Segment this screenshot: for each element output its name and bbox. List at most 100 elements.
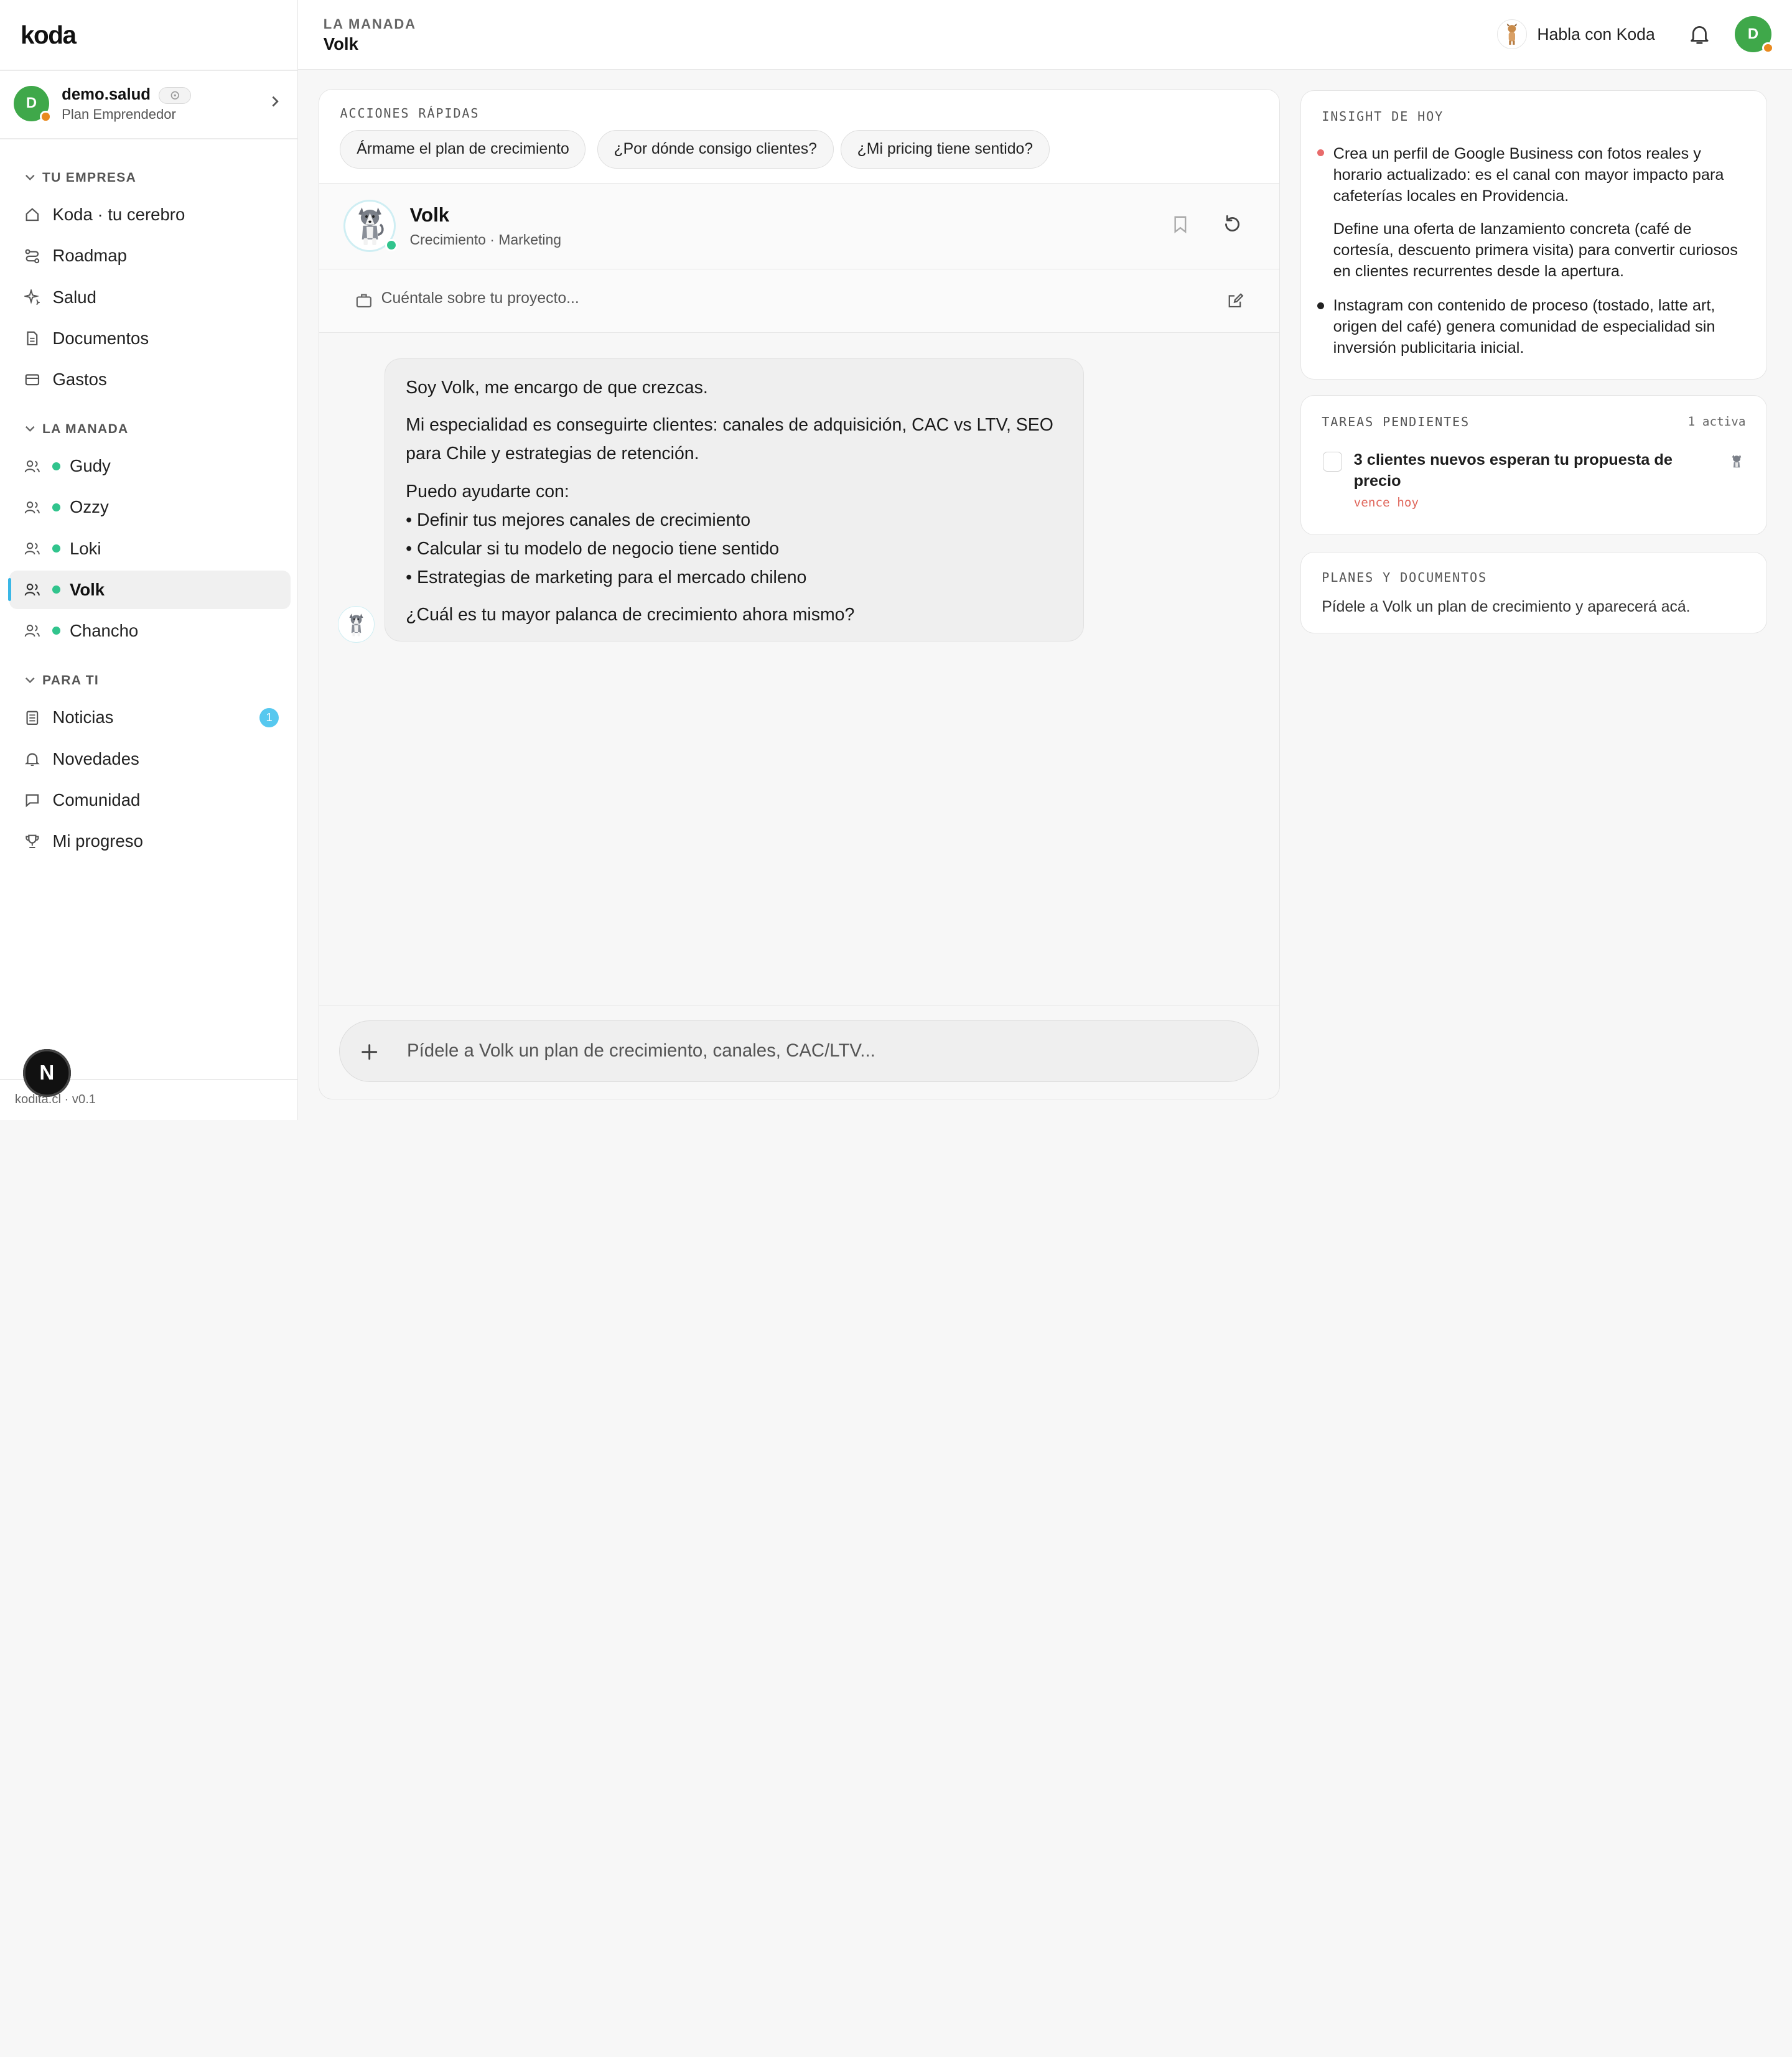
account-name: demo.salud — [62, 85, 151, 103]
edit-icon[interactable] — [1228, 292, 1244, 313]
users-icon — [23, 539, 41, 557]
sparkle-icon — [23, 288, 41, 306]
chat-icon — [23, 791, 41, 809]
agent-subtitle: Crecimiento · Marketing — [409, 231, 561, 248]
sidebar-item-volk[interactable]: Volk — [7, 570, 291, 609]
section-label: PARA TI — [42, 673, 100, 688]
newspaper-icon — [23, 709, 41, 727]
chevron-down-icon — [25, 171, 35, 185]
page-title: Volk — [323, 34, 358, 54]
online-dot — [52, 585, 61, 594]
tasks-card: TAREAS PENDIENTES 1 activa 3 clientes nu… — [1300, 395, 1767, 535]
users-icon — [23, 581, 41, 599]
project-prompt: Cuéntale sobre tu proyecto... — [381, 289, 579, 307]
sidebar-item-label: Loki — [69, 538, 101, 558]
notifications-bell-icon[interactable] — [1688, 23, 1711, 46]
chevron-down-icon — [25, 674, 35, 688]
message-help-list: Puedo ayudarte con: • Definir tus mejore… — [406, 478, 1063, 592]
sidebar-item-label: Comunidad — [52, 790, 141, 809]
roadmap-icon — [23, 247, 41, 265]
sidebar-item-label: Noticias — [52, 707, 114, 727]
plans-empty-text: Pídele a Volk un plan de crecimiento y a… — [1322, 598, 1691, 615]
sidebar-item-label: Gastos — [52, 369, 107, 389]
verified-badge-icon — [159, 86, 191, 105]
sidebar-item-noticias[interactable]: Noticias 1 — [9, 698, 291, 737]
sidebar: koda D demo.salud Plan Emprendedor TU EM… — [0, 0, 299, 1120]
insight-item: Instagram con contenido de proceso (tost… — [1333, 296, 1715, 357]
sidebar-item-novedades[interactable]: Novedades — [9, 739, 291, 778]
sidebar-item-label: Roadmap — [52, 246, 127, 266]
talk-to-koda-button[interactable]: Habla con Koda — [1497, 18, 1655, 50]
husky-agent-avatar — [343, 199, 398, 253]
sidebar-item-comunidad[interactable]: Comunidad — [9, 780, 291, 819]
users-icon — [23, 457, 41, 475]
avatar-initial: D — [26, 95, 37, 112]
plus-icon[interactable] — [360, 1036, 378, 1067]
dev-tools-button[interactable]: N — [22, 1049, 71, 1098]
briefcase-icon — [356, 292, 372, 313]
status-dot — [1762, 42, 1774, 54]
insight-item: Crea un perfil de Google Business con fo… — [1333, 144, 1724, 205]
sidebar-item-label: Gudy — [69, 456, 111, 476]
koda-logo[interactable]: koda — [21, 21, 77, 50]
trophy-icon — [23, 832, 41, 850]
task-checkbox[interactable] — [1323, 452, 1343, 472]
chevron-right-icon — [269, 95, 281, 113]
bullet-dot — [1317, 302, 1324, 309]
quick-action-chip-clientes[interactable]: ¿Por dónde consigo clientes? — [597, 129, 834, 169]
bell-icon — [23, 750, 41, 768]
account-switcher[interactable]: D demo.salud Plan Emprendedor — [14, 85, 288, 123]
section-label: TU EMPRESA — [42, 170, 137, 185]
quick-action-chip-pricing[interactable]: ¿Mi pricing tiene sentido? — [840, 129, 1050, 169]
message-help-item: • Calcular si tu modelo de negocio tiene… — [406, 538, 780, 559]
reset-chat-icon[interactable] — [1222, 214, 1243, 240]
sidebar-item-salud[interactable]: Salud — [9, 278, 291, 316]
section-label: LA MANADA — [42, 421, 129, 436]
sidebar-item-mi-progreso[interactable]: Mi progreso — [9, 822, 291, 861]
agent-name: Volk — [409, 203, 450, 226]
account-plan: Plan Emprendedor — [62, 106, 176, 122]
divider — [0, 70, 298, 71]
quick-actions: ACCIONES RÁPIDAS Ármame el plan de creci… — [319, 90, 1280, 184]
sidebar-item-label: Documentos — [52, 328, 149, 348]
message-help-item: • Definir tus mejores canales de crecimi… — [406, 510, 751, 530]
composer-area — [319, 1005, 1280, 1099]
online-dot — [52, 462, 61, 470]
sidebar-item-gudy[interactable]: Gudy — [9, 447, 291, 485]
sidebar-item-chancho[interactable]: Chancho — [9, 612, 291, 650]
document-icon — [23, 329, 41, 347]
chevron-down-icon — [25, 422, 35, 436]
section-la-manada[interactable]: LA MANADA — [25, 422, 128, 437]
online-dot — [385, 238, 398, 251]
sidebar-item-label: Ozzy — [69, 497, 109, 517]
sidebar-item-label: Koda · tu cerebro — [52, 205, 185, 225]
message-question: ¿Cuál es tu mayor palanca de crecimiento… — [406, 605, 855, 625]
task-title[interactable]: 3 clientes nuevos esperan tu propuesta d… — [1354, 450, 1686, 492]
project-context-bar[interactable]: Cuéntale sobre tu proyecto... — [319, 269, 1280, 334]
message-help-heading: Puedo ayudarte con: — [406, 481, 569, 501]
dog-mascot-icon — [1497, 19, 1527, 49]
breadcrumb[interactable]: LA MANADA — [324, 16, 416, 32]
agent-header: Volk Crecimiento · Marketing — [319, 183, 1280, 269]
users-icon — [23, 622, 41, 640]
sidebar-item-loki[interactable]: Loki — [9, 529, 291, 567]
section-para-ti[interactable]: PARA TI — [25, 673, 99, 688]
message-input[interactable] — [407, 1021, 1230, 1081]
notification-count-badge: 1 — [259, 707, 279, 728]
user-avatar[interactable]: D — [1735, 16, 1774, 54]
sidebar-item-documentos[interactable]: Documentos — [9, 319, 291, 357]
bookmark-icon[interactable] — [1173, 215, 1188, 238]
talk-to-koda-label: Habla con Koda — [1537, 24, 1655, 44]
message-intro: Soy Volk, me encargo de que crezcas. — [406, 377, 708, 398]
sidebar-item-label: Volk — [69, 579, 105, 599]
sidebar-item-ozzy[interactable]: Ozzy — [9, 488, 291, 526]
insight-label: INSIGHT DE HOY — [1322, 109, 1444, 124]
bullet-dot — [1317, 149, 1324, 156]
sidebar-item-gastos[interactable]: Gastos — [9, 360, 291, 399]
section-tu-empresa[interactable]: TU EMPRESA — [25, 170, 136, 185]
online-dot — [52, 503, 61, 511]
sidebar-item-roadmap[interactable]: Roadmap — [9, 236, 291, 275]
sidebar-item-koda[interactable]: Koda · tu cerebro — [9, 195, 291, 234]
plans-label: PLANES Y DOCUMENTOS — [1322, 569, 1488, 585]
quick-action-chip-plan[interactable]: Ármame el plan de crecimiento — [340, 129, 586, 169]
